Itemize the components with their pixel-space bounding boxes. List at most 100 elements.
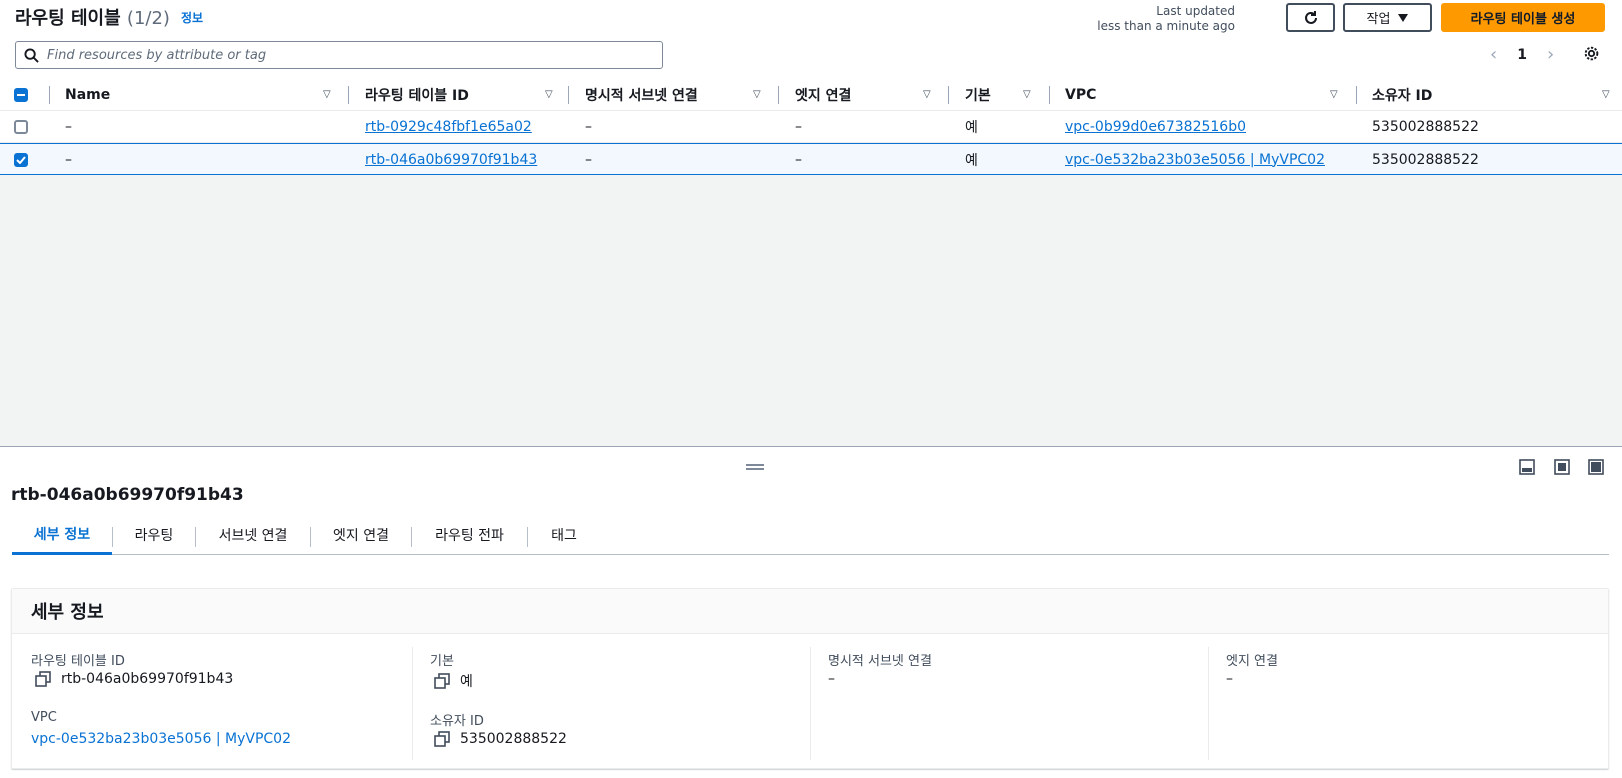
tab-edge-associations[interactable]: 엣지 연결 <box>311 515 411 555</box>
panel-side-icon[interactable] <box>1554 459 1570 475</box>
copy-icon[interactable] <box>434 731 450 747</box>
page-title-text: 라우팅 테이블 <box>15 8 121 29</box>
sort-icon[interactable]: ▽ <box>1023 89 1031 100</box>
rtb-id-field: rtb-046a0b69970f91b43 <box>35 671 233 687</box>
actions-label: 작업 <box>1366 12 1391 27</box>
last-updated: Last updated less than a minute ago <box>1097 4 1235 34</box>
col-header-rtb-id-label: 라우팅 테이블 ID <box>365 88 469 104</box>
sort-icon[interactable]: ▽ <box>1330 89 1338 100</box>
panel-maximize-icon[interactable] <box>1588 459 1604 475</box>
prev-page-icon[interactable]: ‹ <box>1490 44 1497 65</box>
last-updated-label: Last updated <box>1156 4 1235 18</box>
table-empty-area <box>0 175 1622 446</box>
row-checkbox-box[interactable] <box>14 119 28 134</box>
select-all-box[interactable] <box>14 88 28 102</box>
split-panel-title: rtb-046a0b69970f91b43 <box>11 485 244 505</box>
col-header-subnet-assoc-label: 명시적 서브넷 연결 <box>585 88 698 104</box>
row-checkbox[interactable] <box>14 111 28 142</box>
page-title: 라우팅 테이블 (1/2) <box>15 4 170 30</box>
tab-tags[interactable]: 태그 <box>528 515 600 555</box>
col-header-name[interactable]: Name ▽ <box>65 79 340 111</box>
column-separator[interactable] <box>778 86 779 104</box>
panel-bottom-icon[interactable] <box>1519 459 1535 475</box>
column-divider <box>1208 647 1209 760</box>
col-header-owner-id-label: 소유자 ID <box>1372 88 1433 104</box>
route-table-list: Name ▽ 라우팅 테이블 ID ▽ 명시적 서브넷 연결 ▽ 엣지 연결 ▽… <box>0 79 1622 175</box>
row-checkbox[interactable] <box>14 144 28 175</box>
table-row[interactable]: – rtb-0929c48fbf1e65a02 – – 예 vpc-0b99d0… <box>0 111 1622 143</box>
col-header-name-label: Name <box>65 87 111 103</box>
caret-down-icon <box>1398 13 1409 22</box>
cell-name: – <box>65 151 72 168</box>
search-bar[interactable] <box>15 41 663 69</box>
tab-routes[interactable]: 라우팅 <box>113 515 195 555</box>
table-row[interactable]: – rtb-046a0b69970f91b43 – – 예 vpc-0e532b… <box>0 143 1622 175</box>
subnet-assoc-value: – <box>828 671 835 687</box>
column-separator[interactable] <box>1356 86 1357 104</box>
cell-subnet-assoc: – <box>585 118 592 135</box>
col-header-main[interactable]: 기본 ▽ <box>965 79 1040 111</box>
cell-subnet-assoc: – <box>585 151 592 168</box>
last-updated-value: less than a minute ago <box>1097 19 1235 33</box>
column-divider <box>810 647 811 760</box>
cell-main: 예 <box>965 119 978 136</box>
sort-icon[interactable]: ▽ <box>753 89 761 100</box>
owner-value: 535002888522 <box>460 731 567 747</box>
main-field: 예 <box>434 671 473 691</box>
vpc-field: vpc-0e532ba23b03e5056 | MyVPC02 <box>31 731 291 747</box>
col-header-rtb-id[interactable]: 라우팅 테이블 ID ▽ <box>365 79 565 111</box>
sort-icon[interactable]: ▽ <box>545 89 553 100</box>
vpc-link[interactable]: vpc-0b99d0e67382516b0 <box>1065 119 1246 135</box>
tab-details[interactable]: 세부 정보 <box>12 515 112 555</box>
column-separator[interactable] <box>348 86 349 104</box>
vpc-link[interactable]: vpc-0e532ba23b03e5056 | MyVPC02 <box>1065 152 1325 168</box>
tab-subnet-associations[interactable]: 서브넷 연결 <box>196 515 310 555</box>
info-link[interactable]: 정보 <box>181 9 203 26</box>
row-checkbox-box[interactable] <box>14 152 28 167</box>
table-header: Name ▽ 라우팅 테이블 ID ▽ 명시적 서브넷 연결 ▽ 엣지 연결 ▽… <box>0 79 1622 111</box>
column-separator[interactable] <box>948 86 949 104</box>
selection-count: (1/2) <box>126 8 170 29</box>
details-container: 세부 정보 라우팅 테이블 ID rtb-046a0b69970f91b43 V… <box>11 588 1609 769</box>
main-label: 기본 <box>430 654 454 669</box>
checkmark-icon <box>16 155 26 164</box>
sort-icon[interactable]: ▽ <box>1602 89 1610 100</box>
copy-icon[interactable] <box>434 673 450 689</box>
resize-handle[interactable] <box>746 464 764 470</box>
gear-icon[interactable] <box>1583 45 1600 62</box>
indeterminate-icon <box>17 94 25 96</box>
owner-label: 소유자 ID <box>430 714 484 729</box>
cell-owner-id: 535002888522 <box>1372 151 1479 168</box>
col-header-edge-assoc[interactable]: 엣지 연결 ▽ <box>795 79 945 111</box>
vpc-label: VPC <box>31 710 57 725</box>
col-header-main-label: 기본 <box>965 88 991 104</box>
details-header: 세부 정보 <box>12 589 1608 634</box>
column-separator <box>49 86 50 104</box>
split-panel: rtb-046a0b69970f91b43 세부 정보 라우팅 서브넷 연결 엣… <box>0 446 1622 778</box>
col-header-vpc[interactable]: VPC ▽ <box>1065 79 1345 111</box>
create-route-table-button[interactable]: 라우팅 테이블 생성 <box>1441 3 1605 32</box>
tab-route-propagation[interactable]: 라우팅 전파 <box>412 515 527 555</box>
actions-button[interactable]: 작업 <box>1343 3 1432 32</box>
column-separator[interactable] <box>568 86 569 104</box>
rtb-id-value: rtb-046a0b69970f91b43 <box>61 671 234 687</box>
pagination: ‹ 1 › <box>1490 44 1554 65</box>
rtb-id-link[interactable]: rtb-046a0b69970f91b43 <box>365 152 537 168</box>
next-page-icon[interactable]: › <box>1547 44 1554 65</box>
sort-icon[interactable]: ▽ <box>323 89 331 100</box>
col-header-subnet-assoc[interactable]: 명시적 서브넷 연결 ▽ <box>585 79 775 111</box>
search-input[interactable] <box>47 47 647 63</box>
subnet-assoc-label: 명시적 서브넷 연결 <box>828 654 932 669</box>
select-all-checkbox[interactable] <box>14 79 28 111</box>
rtb-id-link[interactable]: rtb-0929c48fbf1e65a02 <box>365 119 532 135</box>
current-page[interactable]: 1 <box>1517 47 1527 63</box>
column-separator[interactable] <box>1049 86 1050 104</box>
sort-icon[interactable]: ▽ <box>923 89 931 100</box>
copy-icon[interactable] <box>35 671 51 687</box>
refresh-button[interactable] <box>1286 3 1335 32</box>
detail-tabs: 세부 정보 라우팅 서브넷 연결 엣지 연결 라우팅 전파 태그 <box>12 515 1609 555</box>
owner-field: 535002888522 <box>434 731 567 747</box>
col-header-owner-id[interactable]: 소유자 ID ▽ <box>1372 79 1612 111</box>
vpc-detail-link[interactable]: vpc-0e532ba23b03e5056 | MyVPC02 <box>31 731 291 747</box>
cell-name: – <box>65 118 72 135</box>
